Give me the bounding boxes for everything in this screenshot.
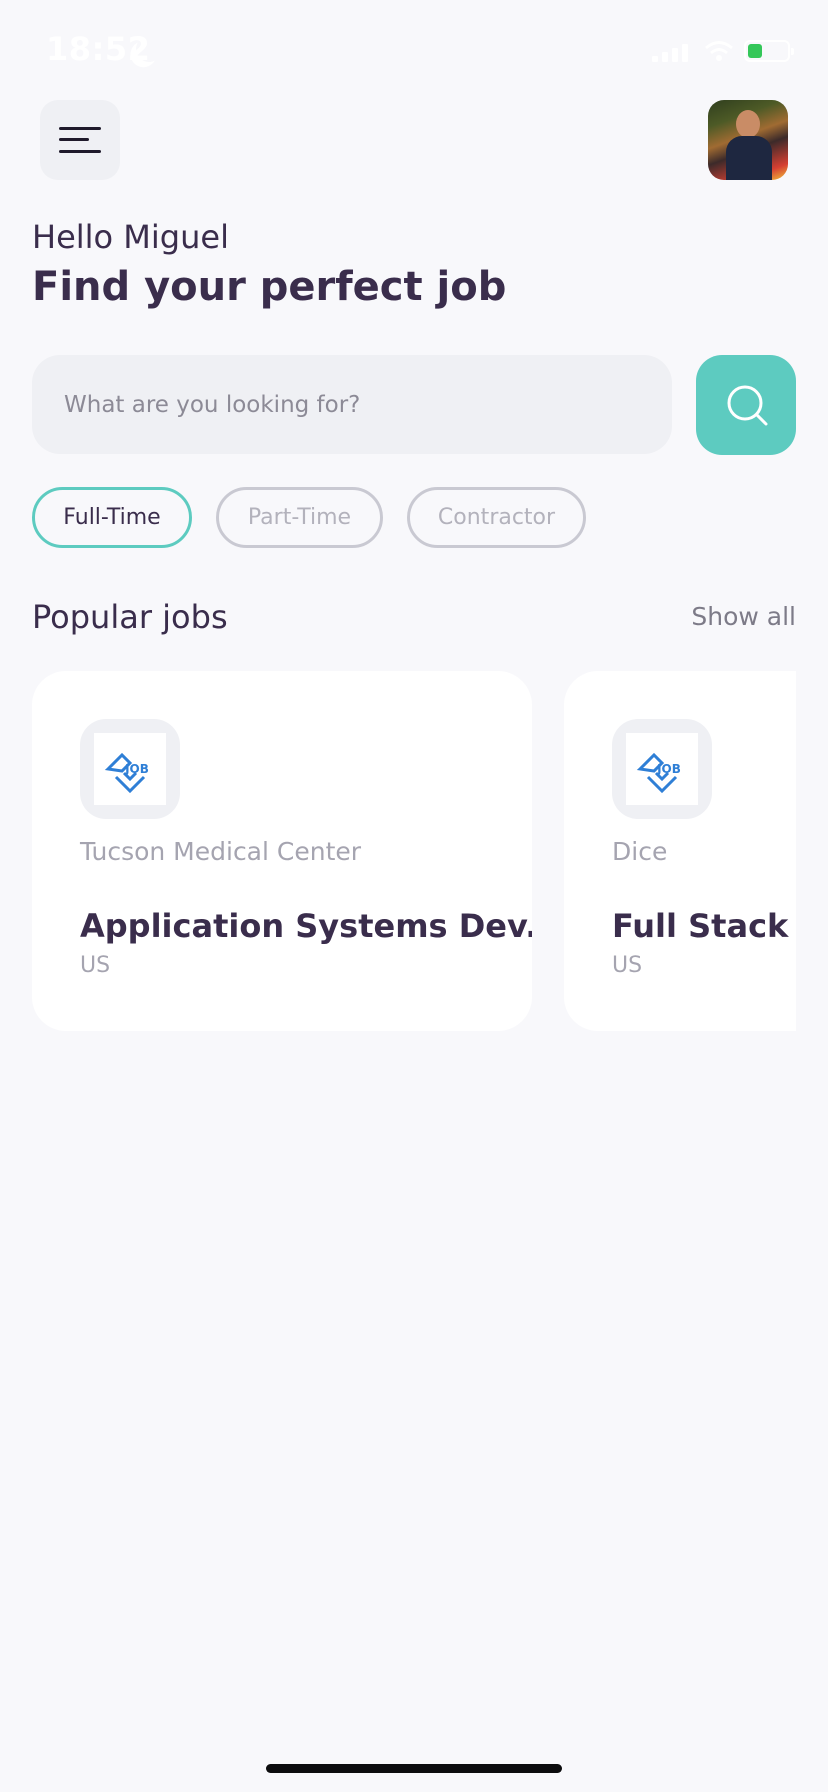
search-input[interactable] [32,355,672,454]
company-logo: JOB [80,719,180,819]
menu-button[interactable] [40,100,120,180]
greeting-text: Hello Miguel [32,218,229,256]
hamburger-menu-icon [59,127,101,130]
filter-chip-full-time[interactable]: Full-Time [32,487,192,548]
job-location: US [80,953,111,978]
job-card[interactable]: JOB Dice Full Stack Developer US [564,671,796,1031]
section-title-popular-jobs: Popular jobs [32,598,228,636]
job-card[interactable]: JOB Tucson Medical Center Application Sy… [32,671,532,1031]
svg-text:JOB: JOB [656,762,681,776]
job-location: US [612,953,643,978]
wifi-icon [704,40,734,62]
cellular-signal-icon [652,42,688,62]
filter-chip-contractor[interactable]: Contractor [407,487,586,548]
page-title: Find your perfect job [32,264,507,310]
company-name: Tucson Medical Center [80,837,362,866]
avatar[interactable] [708,100,788,180]
search-button[interactable] [696,355,796,455]
status-bar: 18:52 [0,0,828,100]
job-title: Application Systems Dev... [80,907,532,945]
show-all-link[interactable]: Show all [691,602,796,631]
battery-icon [744,40,794,62]
svg-text:JOB: JOB [124,762,149,776]
search-icon [727,385,768,426]
job-logo-icon: JOB [636,752,681,794]
job-title: Full Stack Developer [612,907,796,945]
popular-jobs-carousel[interactable]: JOB Tucson Medical Center Application Sy… [32,671,796,1031]
filter-chip-part-time[interactable]: Part-Time [216,487,383,548]
job-logo-icon: JOB [104,752,149,794]
company-name: Dice [612,837,668,866]
home-indicator [266,1764,562,1773]
company-logo: JOB [612,719,712,819]
